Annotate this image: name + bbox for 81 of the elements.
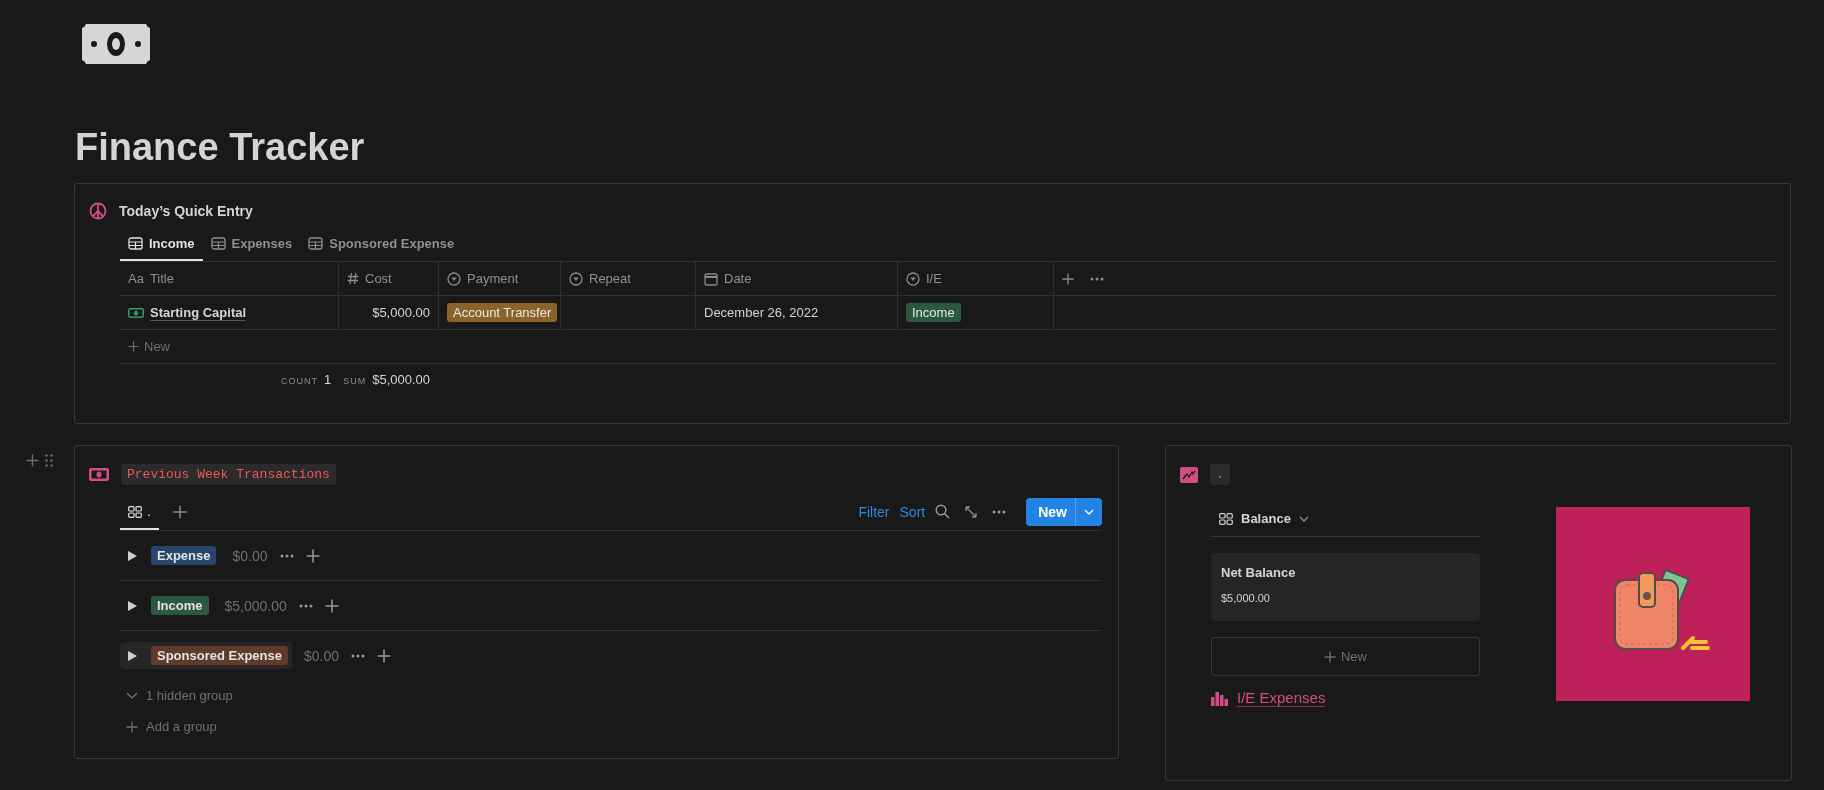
card-value: $5,000.00 <box>1221 592 1271 604</box>
table-icon <box>128 237 143 250</box>
plus-icon <box>128 341 139 352</box>
group-total: $5,000.00 <box>224 597 287 614</box>
add-block-icon[interactable] <box>26 454 39 467</box>
chevron-icon <box>1298 515 1309 522</box>
balance-card[interactable]: Net Balance $5,000.00 <box>1211 553 1480 621</box>
sum-label: SUM <box>343 376 367 386</box>
page-title: Finance Tracker <box>75 126 366 169</box>
column-header[interactable]: Cost <box>339 262 439 295</box>
table-icon <box>210 237 226 250</box>
table-cell: December 26, 2022 <box>696 296 898 329</box>
more-icon[interactable] <box>351 653 366 658</box>
dropdown-circle-icon <box>906 271 920 286</box>
payment-tag: Account Transfer <box>447 303 558 322</box>
add-icon[interactable] <box>377 648 392 663</box>
sum-value: $5,000.00 <box>372 372 431 387</box>
column-header[interactable]: Repeat <box>561 262 696 295</box>
new-card-button[interactable]: New <box>1211 637 1480 676</box>
callout-title: Today’s Quick Entry <box>119 203 253 219</box>
toggle-icon[interactable] <box>128 550 137 561</box>
count-value: 1 <box>324 372 332 387</box>
caret-icon[interactable] <box>1084 508 1094 515</box>
card-title: Net Balance <box>1221 565 1297 580</box>
plus-icon <box>126 720 138 733</box>
column-header[interactable]: I/E <box>898 262 1054 295</box>
view-tab[interactable]: Expenses <box>202 228 301 261</box>
dropdown-circle-icon <box>447 271 461 286</box>
group-tag: Income <box>151 596 209 615</box>
more-icon[interactable] <box>298 603 313 608</box>
group-tag: Expense <box>151 546 217 565</box>
banknote-icon <box>128 307 144 318</box>
group-tag: Sponsored Expense <box>151 646 288 665</box>
drag-handle-icon[interactable] <box>45 454 53 467</box>
section-title: Previous Week Transactions <box>121 464 336 485</box>
view-tab[interactable]: . <box>120 496 159 530</box>
more-icon[interactable] <box>279 553 294 558</box>
table-cell: $5,000.00 <box>339 296 439 329</box>
bar-chart-icon <box>1211 690 1228 706</box>
add-icon[interactable] <box>305 548 320 563</box>
group-total: $0.00 <box>304 647 340 664</box>
toggle-icon[interactable] <box>128 600 137 611</box>
hash-icon <box>347 272 359 285</box>
plus-icon <box>1324 650 1336 663</box>
view-tab[interactable]: Sponsored Expense <box>300 228 463 261</box>
group-total: $0.00 <box>232 547 268 564</box>
chevron-icon <box>126 691 138 700</box>
toggle-icon[interactable] <box>128 650 137 661</box>
more-icon[interactable] <box>992 509 1007 514</box>
type-tag: Income <box>906 303 961 322</box>
calendar-icon <box>704 271 718 286</box>
gallery-icon <box>1219 512 1233 525</box>
dropdown-circle-icon <box>569 271 583 286</box>
more-icon[interactable] <box>1090 276 1104 281</box>
table-icon <box>308 237 324 250</box>
text-type-icon: Aa <box>128 271 144 286</box>
add-column-icon[interactable] <box>1062 272 1074 285</box>
expand-icon[interactable] <box>964 504 979 519</box>
peace-icon <box>89 202 107 220</box>
column-header[interactable]: Payment <box>439 262 561 295</box>
hidden-groups-toggle[interactable]: 1 hidden group <box>126 680 233 711</box>
gallery-icon <box>128 505 142 518</box>
table-cell[interactable]: Starting Capital <box>120 296 339 329</box>
new-row-button[interactable]: New <box>120 330 178 363</box>
chart-trend-icon <box>1180 466 1198 483</box>
filter-button[interactable]: Filter <box>858 503 890 520</box>
add-icon[interactable] <box>324 598 339 613</box>
search-icon[interactable] <box>935 504 951 519</box>
view-tab[interactable]: Income <box>120 228 203 261</box>
banknote-icon <box>89 468 109 481</box>
count-label: COUNT <box>281 376 318 386</box>
sort-button[interactable]: Sort <box>899 503 926 520</box>
add-view-icon[interactable] <box>172 504 187 519</box>
column-header[interactable]: Date <box>696 262 898 295</box>
column-header[interactable]: Aa Title <box>120 262 339 295</box>
new-button[interactable]: New <box>1026 497 1102 526</box>
section-title: . <box>1210 464 1230 485</box>
add-group-button[interactable]: Add a group <box>126 711 217 742</box>
page-link[interactable]: I/E Expenses <box>1237 689 1326 707</box>
banknote-icon <box>80 22 152 66</box>
view-switcher[interactable]: Balance <box>1211 501 1317 536</box>
